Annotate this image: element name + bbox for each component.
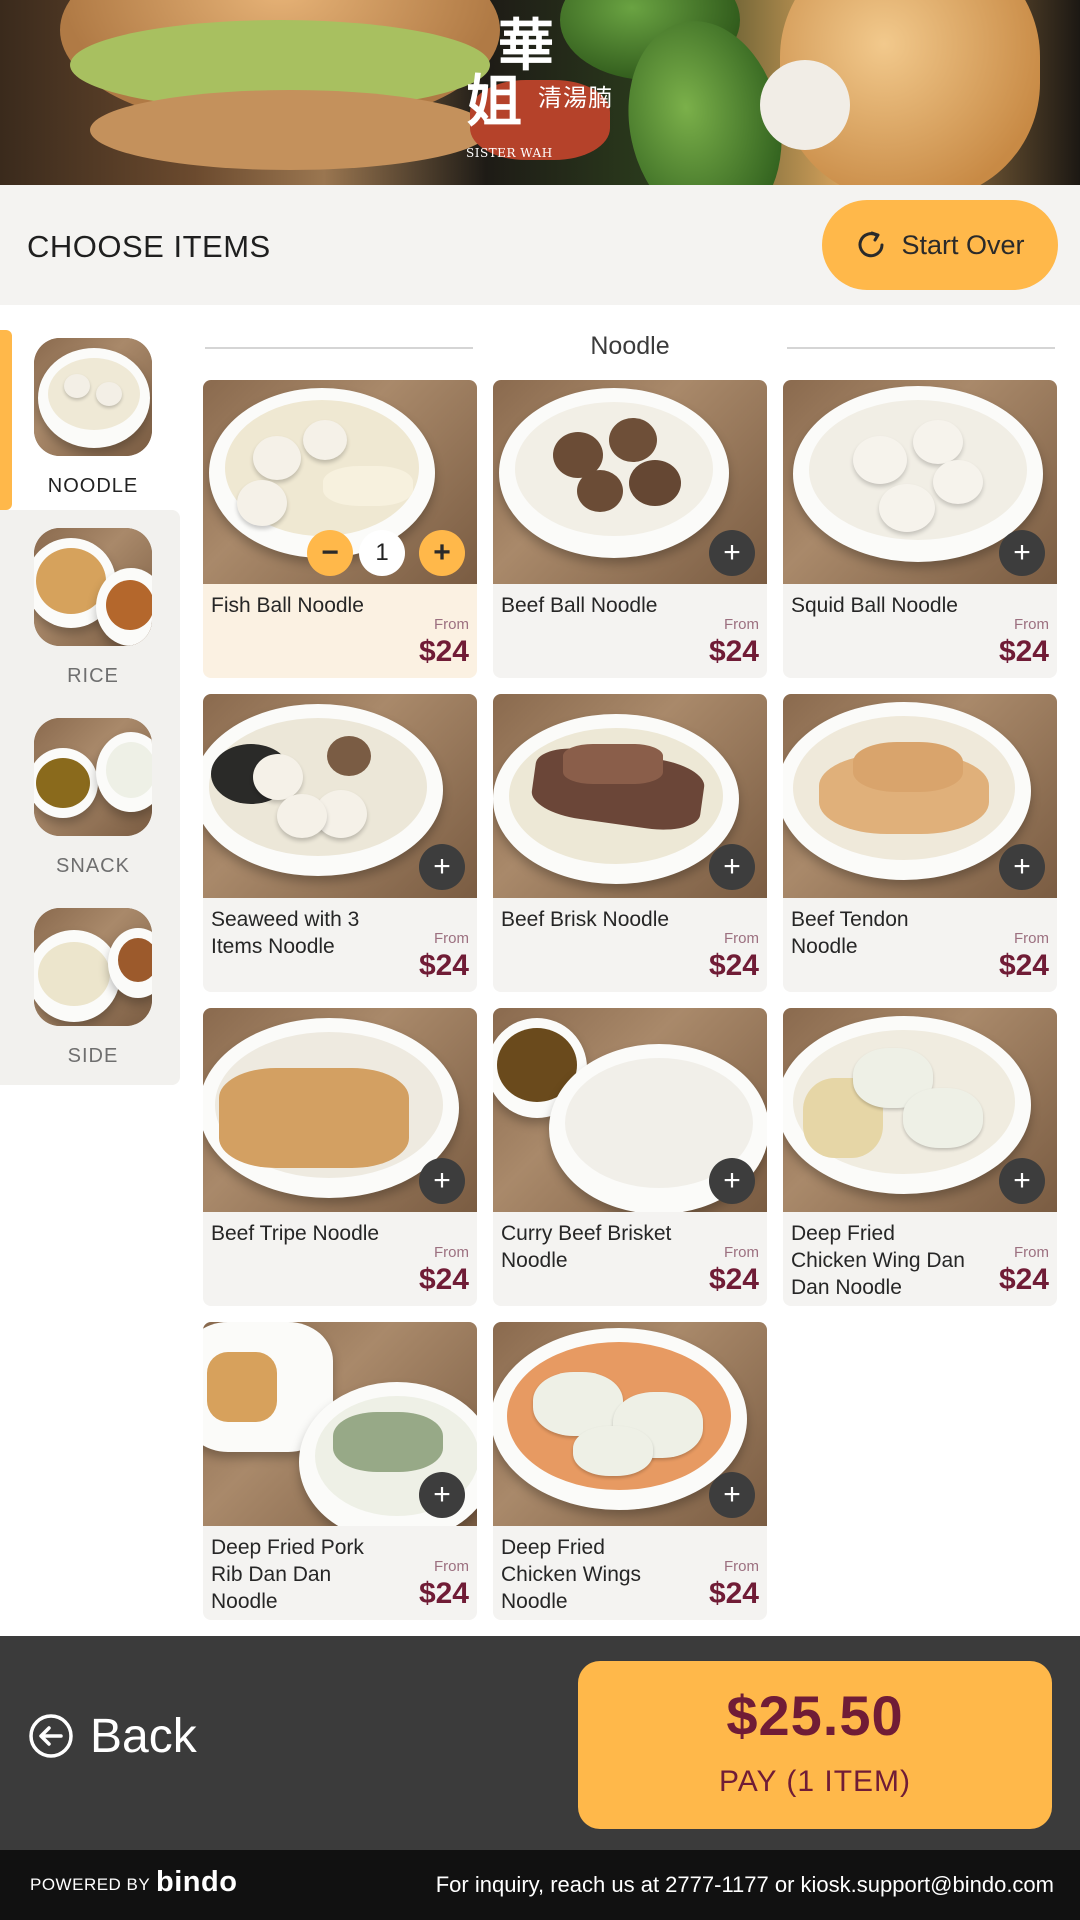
powered-by-label: POWERED BY	[30, 1875, 151, 1894]
section-header: Noodle	[205, 328, 1055, 368]
page-title: CHOOSE ITEMS	[27, 229, 271, 264]
item-price: $24	[708, 949, 759, 982]
item-price: $24	[708, 1577, 759, 1610]
category-label: NOODLE	[47, 475, 139, 497]
start-over-button[interactable]: Start Over	[822, 200, 1058, 290]
arrow-left-circle-icon	[29, 1714, 73, 1758]
category-label: SNACK	[56, 855, 130, 877]
category-rice[interactable]: RICE	[0, 520, 180, 700]
hero-banner: 華 姐 清湯腩 SISTER WAH	[0, 0, 1080, 185]
start-over-label: Start Over	[901, 229, 1025, 260]
order-total: $25.50	[726, 1684, 904, 1747]
item-name: Squid Ball Noodle	[791, 594, 958, 617]
item-name: Beef Tripe Noodle	[211, 1222, 380, 1245]
item-name: Beef Ball Noodle	[501, 594, 658, 617]
item-price: $24	[708, 1263, 759, 1296]
price-from-label: From	[434, 1558, 469, 1575]
add-item-button[interactable]: +	[999, 844, 1045, 890]
back-label: Back	[90, 1709, 197, 1763]
menu-item-card[interactable]: + Beef Ball Noodle From $24	[493, 380, 767, 678]
item-price: $24	[418, 1577, 469, 1610]
price-from-label: From	[724, 1558, 759, 1575]
item-price: $24	[998, 635, 1049, 668]
price-from-label: From	[434, 1244, 469, 1261]
add-item-button[interactable]: +	[709, 1472, 755, 1518]
item-name: Fish Ball Noodle	[211, 594, 364, 617]
inquiry-text: For inquiry, reach us at 2777-1177 or ki…	[435, 1872, 1054, 1897]
menu-item-card[interactable]: + Curry Beef Brisket Noodle From $24	[493, 1008, 767, 1306]
divider	[787, 347, 1055, 349]
pay-button[interactable]: $25.50 PAY (1 ITEM)	[578, 1661, 1052, 1829]
price-from-label: From	[724, 1244, 759, 1261]
add-item-button[interactable]: +	[709, 530, 755, 576]
item-name: Deep Fried Chicken Wings Noodle	[501, 1536, 642, 1613]
menu-item-card[interactable]: + Deep Fried Pork Rib Dan Dan Noodle Fro…	[203, 1322, 477, 1620]
item-price: $24	[708, 635, 759, 668]
item-name: Seaweed with 3 Items Noodle	[211, 908, 360, 958]
increase-quantity-button[interactable]: +	[419, 530, 465, 576]
quantity-stepper: − 1 +	[307, 530, 465, 576]
add-item-button[interactable]: +	[419, 1158, 465, 1204]
decrease-quantity-button[interactable]: −	[307, 530, 353, 576]
add-item-button[interactable]: +	[709, 1158, 755, 1204]
price-from-label: From	[1014, 1244, 1049, 1261]
price-from-label: From	[724, 616, 759, 633]
header-bar: CHOOSE ITEMS Start Over	[0, 185, 1080, 305]
quantity-value: 1	[359, 530, 405, 576]
category-side-image	[34, 908, 152, 1026]
menu-item-card[interactable]: − 1 + Fish Ball Noodle From $24	[203, 380, 477, 678]
pay-label: PAY (1 ITEM)	[718, 1765, 912, 1798]
menu-item-card[interactable]: + Beef Tendon Noodle From $24	[783, 694, 1057, 992]
item-price: $24	[998, 949, 1049, 982]
item-name: Beef Tendon Noodle	[791, 908, 909, 958]
item-name: Curry Beef Brisket Noodle	[501, 1222, 672, 1272]
category-noodle[interactable]: NOODLE	[0, 330, 180, 510]
item-price: $24	[998, 1263, 1049, 1296]
menu-item-card[interactable]: + Squid Ball Noodle From $24	[783, 380, 1057, 678]
category-rice-image	[34, 528, 152, 646]
category-side[interactable]: SIDE	[0, 900, 180, 1080]
item-name: Beef Brisk Noodle	[501, 908, 670, 931]
add-item-button[interactable]: +	[419, 844, 465, 890]
category-sidebar: NOODLE RICE SNACK SIDE	[0, 330, 180, 1085]
price-from-label: From	[724, 930, 759, 947]
category-noodle-image	[34, 338, 152, 456]
footer: POWERED BY bindo For inquiry, reach us a…	[0, 1850, 1080, 1920]
item-name: Deep Fried Chicken Wing Dan Dan Noodle	[791, 1222, 965, 1299]
add-item-button[interactable]: +	[419, 1472, 465, 1518]
price-from-label: From	[1014, 930, 1049, 947]
category-snack[interactable]: SNACK	[0, 710, 180, 890]
menu-item-card[interactable]: + Deep Fried Chicken Wing Dan Dan Noodle…	[783, 1008, 1057, 1306]
brand-logo: 華 姐 清湯腩 SISTER WAH	[466, 13, 613, 160]
add-item-button[interactable]: +	[999, 530, 1045, 576]
refresh-icon	[859, 231, 884, 258]
item-price: $24	[418, 949, 469, 982]
menu-item-card[interactable]: + Beef Brisk Noodle From $24	[493, 694, 767, 992]
back-button[interactable]: Back	[28, 1706, 197, 1766]
item-price: $24	[418, 635, 469, 668]
add-item-button[interactable]: +	[999, 1158, 1045, 1204]
menu-item-card[interactable]: + Seaweed with 3 Items Noodle From $24	[203, 694, 477, 992]
item-price: $24	[418, 1263, 469, 1296]
category-snack-image	[34, 718, 152, 836]
menu-item-card[interactable]: + Deep Fried Chicken Wings Noodle From $…	[493, 1322, 767, 1620]
item-name: Deep Fried Pork Rib Dan Dan Noodle	[211, 1536, 364, 1613]
menu-item-card[interactable]: + Beef Tripe Noodle From $24	[203, 1008, 477, 1306]
price-from-label: From	[434, 930, 469, 947]
price-from-label: From	[1014, 616, 1049, 633]
category-label: RICE	[67, 665, 119, 687]
add-item-button[interactable]: +	[709, 844, 755, 890]
action-bar: Back $25.50 PAY (1 ITEM)	[0, 1636, 1080, 1850]
category-label: SIDE	[67, 1045, 119, 1067]
bindo-logo: bindo	[156, 1866, 238, 1898]
price-from-label: From	[434, 616, 469, 633]
